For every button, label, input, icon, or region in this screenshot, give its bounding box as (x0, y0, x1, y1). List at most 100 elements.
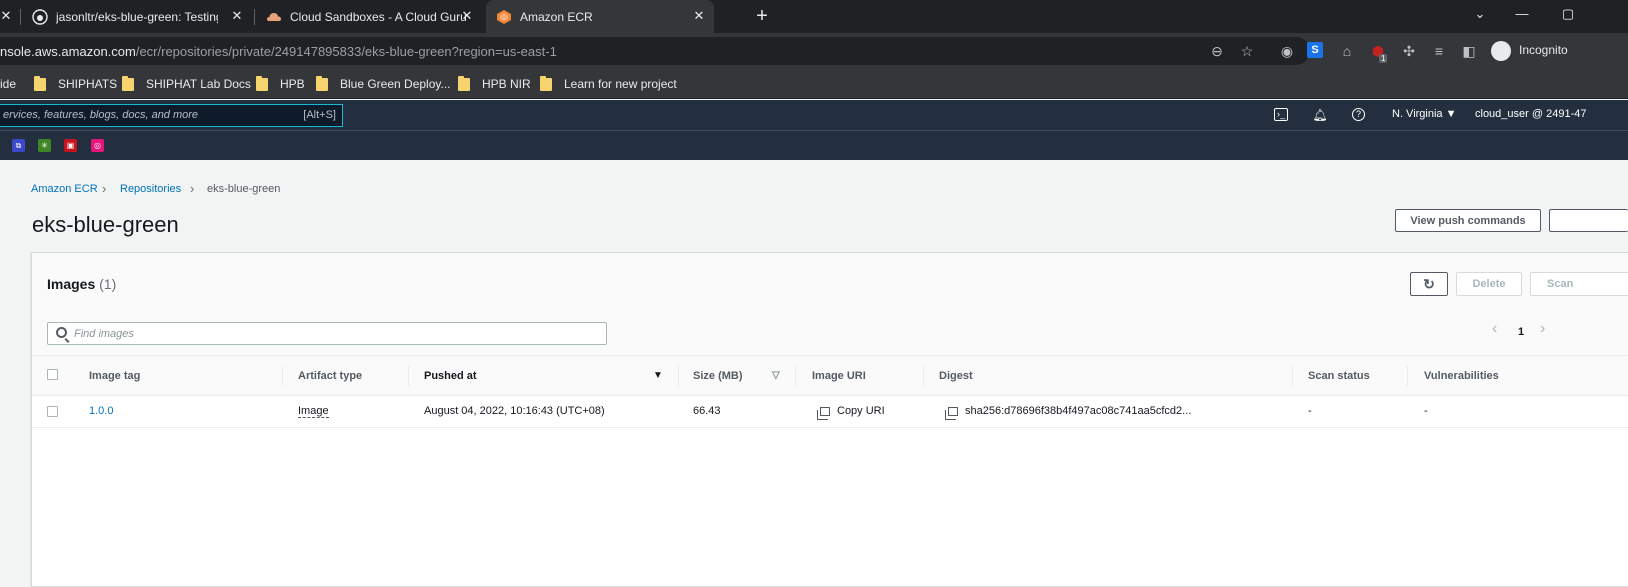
chevron-right-icon: › (190, 181, 195, 196)
region-selector[interactable]: N. Virginia ▼ (1392, 108, 1457, 120)
url-path: /ecr/repositories/private/249147895833/e… (135, 44, 557, 59)
copy-digest-button[interactable]: sha256:d78696f38b4f497ac08c741aa5cfcd2..… (945, 405, 1192, 420)
service-favorite-icon[interactable]: ▣ (64, 139, 77, 152)
edit-button-partial[interactable] (1549, 209, 1628, 232)
folder-icon (458, 75, 470, 91)
breadcrumb-repositories[interactable]: Repositories (120, 183, 181, 195)
row-checkbox[interactable] (47, 406, 58, 417)
new-tab-button[interactable]: + (752, 6, 772, 27)
column-vulnerabilities[interactable]: Vulnerabilities (1424, 370, 1499, 382)
images-panel: Images (1) ↻ Delete Scan Find images ‹ 1… (31, 252, 1628, 587)
tab-partial[interactable]: ✕ (0, 0, 18, 33)
breadcrumb-amazon-ecr[interactable]: Amazon ECR (31, 183, 98, 195)
column-artifact-type[interactable]: Artifact type (298, 370, 362, 382)
chevron-right-icon: › (102, 181, 107, 196)
media-queue-icon[interactable]: ≡ (1430, 42, 1448, 60)
column-separator (282, 366, 283, 386)
bookmarks-bar: ide SHIPHATS SHIPHAT Lab Docs HPB Blue G… (0, 69, 1628, 99)
close-icon[interactable]: ✕ (460, 9, 474, 23)
bookmark-item[interactable]: Learn for new project (540, 75, 677, 93)
help-icon[interactable]: ? (1352, 108, 1365, 121)
region-label: N. Virginia (1392, 108, 1443, 120)
search-shortcut: [Alt+S] (303, 109, 336, 121)
aws-search-input[interactable]: ervices, features, blogs, docs, and more… (0, 104, 343, 127)
search-icon (56, 327, 67, 338)
cloudshell-icon[interactable]: ›_ (1274, 108, 1288, 121)
cloud-icon (267, 12, 281, 21)
extension-incognito-hat-icon[interactable]: ⌂ (1338, 42, 1356, 60)
tab-search-chevron-icon[interactable]: ⌄ (1470, 6, 1490, 22)
bookmark-item[interactable]: SHIPHATS (34, 75, 117, 93)
column-image-tag[interactable]: Image tag (89, 370, 140, 382)
close-icon[interactable]: ✕ (0, 9, 13, 23)
bookmark-label: HPB NIR (482, 77, 531, 91)
zoom-out-icon[interactable]: ⊖ (1208, 42, 1226, 60)
tab-amazon-ecr[interactable]: Amazon ECR ✕ (486, 0, 714, 33)
refresh-button[interactable]: ↻ (1410, 272, 1448, 296)
bookmark-item[interactable]: HPB (256, 75, 305, 93)
notifications-bell-icon[interactable]: 🔔︎ (1312, 107, 1328, 123)
bookmark-item[interactable]: SHIPHAT Lab Docs (122, 75, 251, 93)
bookmark-item[interactable]: HPB NIR (458, 75, 531, 93)
bookmark-item[interactable]: Blue Green Deploy... (316, 75, 451, 93)
tab-cloud-sandboxes[interactable]: Cloud Sandboxes - A Cloud Guru ✕ (256, 0, 482, 33)
incognito-avatar-icon[interactable] (1491, 41, 1511, 61)
column-image-uri[interactable]: Image URI (812, 370, 866, 382)
size-mb: 66.43 (693, 405, 721, 417)
image-tag-link[interactable]: 1.0.0 (89, 405, 113, 417)
scan-button[interactable]: Scan (1530, 272, 1628, 296)
close-icon[interactable]: ✕ (692, 9, 706, 23)
service-favorite-icon[interactable]: ✳ (38, 139, 51, 152)
column-separator (678, 366, 679, 386)
incognito-label[interactable]: Incognito (1519, 43, 1568, 57)
browser-tab-strip: ✕ jasonltr/eks-blue-green: Testing b ✕ C… (0, 0, 1628, 33)
chevron-left-icon[interactable]: ‹ (1492, 320, 1497, 338)
account-menu[interactable]: cloud_user @ 2491-47 (1475, 108, 1586, 120)
maximize-icon[interactable]: ▢ (1558, 6, 1578, 22)
sort-descending-icon[interactable]: ▼ (653, 370, 663, 381)
column-scan-status[interactable]: Scan status (1308, 370, 1370, 382)
url-text[interactable]: nsole.aws.amazon.com/ecr/repositories/pr… (0, 44, 557, 59)
column-pushed-at[interactable]: Pushed at (424, 370, 477, 382)
sort-icon[interactable]: ▽ (772, 370, 780, 381)
page-number[interactable]: 1 (1518, 326, 1524, 338)
aws-top-nav: ervices, features, blogs, docs, and more… (0, 100, 1628, 130)
tab-separator (20, 9, 21, 25)
select-all-checkbox[interactable] (47, 369, 58, 380)
side-panel-icon[interactable]: ◧ (1460, 42, 1478, 60)
bookmark-star-icon[interactable]: ☆ (1238, 42, 1256, 60)
copy-uri-label: Copy URI (837, 405, 885, 417)
digest-value: sha256:d78696f38b4f497ac08c741aa5cfcd2..… (965, 405, 1192, 417)
find-images-placeholder: Find images (74, 328, 134, 340)
column-separator (795, 366, 796, 386)
url-box[interactable]: nsole.aws.amazon.com/ecr/repositories/pr… (0, 37, 1310, 65)
bookmark-item[interactable]: ide (0, 75, 16, 93)
bookmark-label: Blue Green Deploy... (340, 77, 451, 91)
copy-uri-button[interactable]: Copy URI (817, 405, 885, 420)
table-row[interactable]: 1.0.0 Image August 04, 2022, 10:16:43 (U… (32, 397, 1628, 428)
github-icon (32, 8, 48, 25)
extension-icon[interactable]: ◉ (1278, 42, 1296, 60)
puzzle-icon[interactable]: ✣ (1400, 42, 1418, 60)
minimize-icon[interactable]: — (1512, 6, 1532, 21)
service-favorite-icon[interactable]: ◎ (91, 139, 104, 152)
extension-s-icon[interactable]: S (1307, 42, 1323, 58)
vulnerabilities: - (1424, 405, 1428, 417)
column-size[interactable]: Size (MB) (693, 370, 743, 382)
delete-button[interactable]: Delete (1456, 272, 1522, 296)
find-images-input[interactable]: Find images (47, 322, 607, 345)
chevron-right-icon[interactable]: › (1540, 320, 1545, 338)
caret-down-icon: ▼ (1445, 108, 1457, 120)
tab-github[interactable]: jasonltr/eks-blue-green: Testing b ✕ (22, 0, 252, 33)
artifact-type[interactable]: Image (298, 405, 329, 418)
url-host: nsole.aws.amazon.com (0, 44, 136, 59)
view-push-commands-button[interactable]: View push commands (1395, 209, 1541, 232)
tab-separator (254, 9, 255, 25)
bookmark-label: HPB (280, 77, 305, 91)
account-label: cloud_user @ 2491-47 (1475, 108, 1587, 120)
main-content: Amazon ECR › Repositories › eks-blue-gre… (0, 160, 1628, 587)
images-title: Images (1) (47, 276, 116, 292)
column-digest[interactable]: Digest (939, 370, 973, 382)
service-favorite-icon[interactable]: ⧉ (12, 139, 25, 152)
close-icon[interactable]: ✕ (230, 9, 244, 23)
